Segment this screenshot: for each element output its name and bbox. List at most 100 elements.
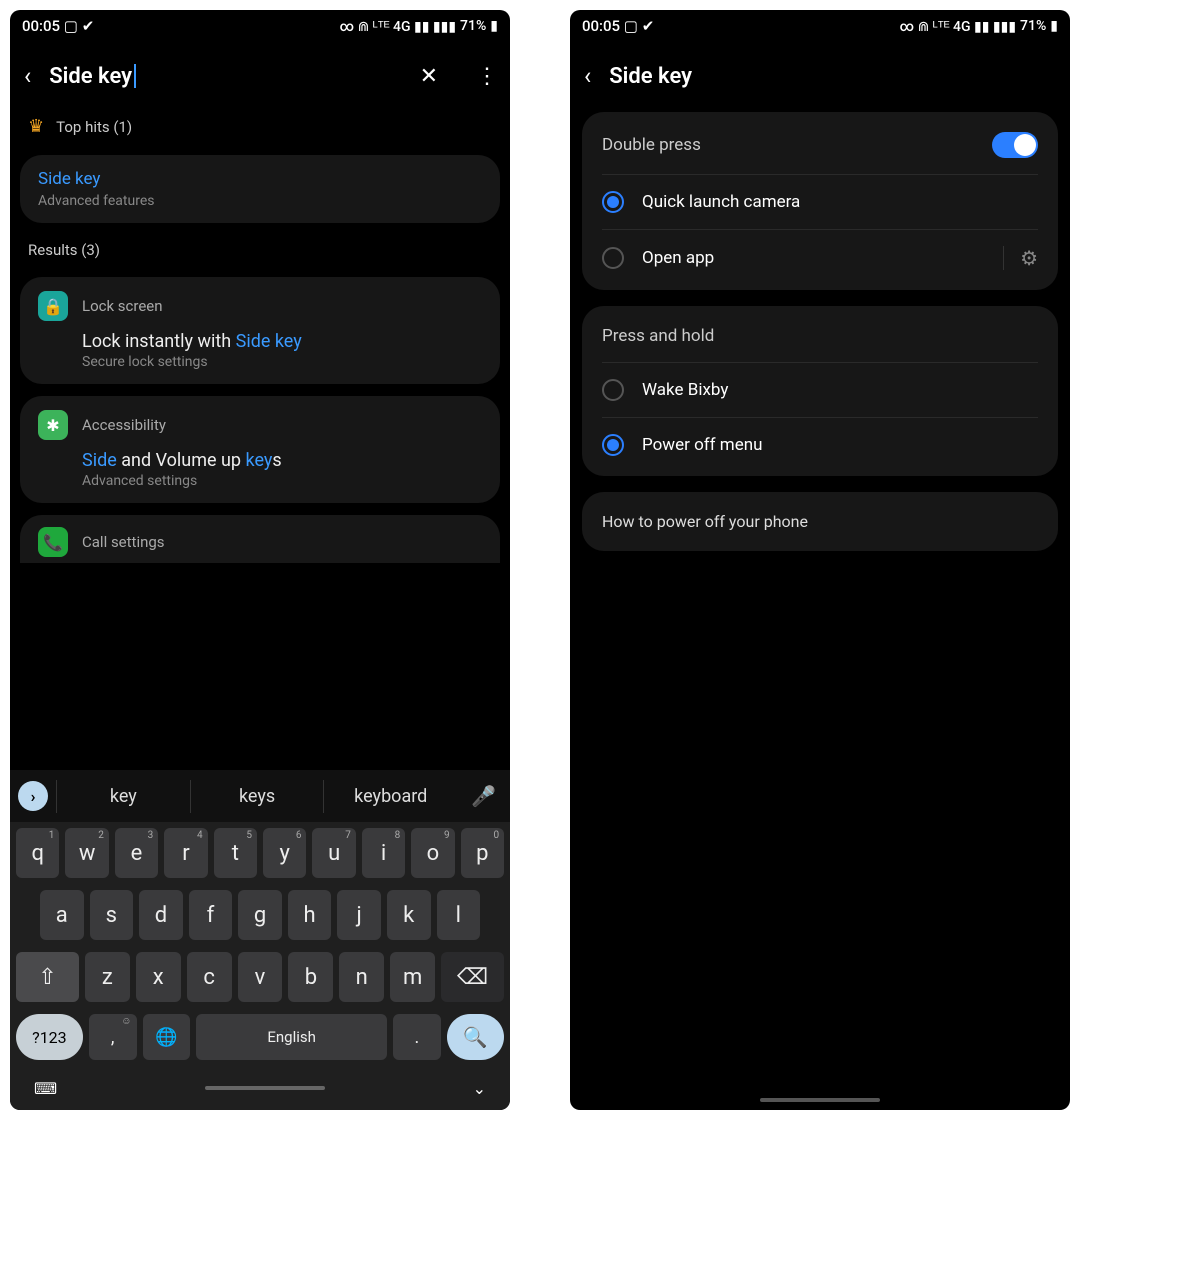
group-label: Press and hold	[602, 326, 714, 346]
page-title: Side key	[609, 64, 1056, 89]
search-input[interactable]: Side key	[49, 64, 401, 89]
key-f[interactable]: f	[189, 890, 233, 940]
double-press-toggle-row[interactable]: Double press	[582, 116, 1058, 174]
key-s[interactable]: s	[90, 890, 134, 940]
key-y[interactable]: y6	[263, 828, 306, 878]
result-call-settings[interactable]: 📞 Call settings	[20, 515, 500, 563]
key-h[interactable]: h	[288, 890, 332, 940]
key-search[interactable]: 🔍	[447, 1014, 504, 1060]
key-q[interactable]: q1	[16, 828, 59, 878]
key-numbers[interactable]: ?123	[16, 1014, 83, 1060]
suggestion[interactable]: key	[56, 780, 190, 813]
toggle-switch[interactable]	[992, 132, 1038, 158]
help-link[interactable]: How to power off your phone	[582, 492, 1058, 551]
result-sub: Secure lock settings	[82, 354, 482, 370]
option-wake-bixby[interactable]: Wake Bixby	[582, 363, 1058, 417]
suggestion[interactable]: keyboard	[323, 780, 457, 813]
key-row: q1w2e3r4t5y6u7i8o9p0	[10, 822, 510, 884]
key-g[interactable]: g	[238, 890, 282, 940]
radio-unchecked[interactable]	[602, 247, 624, 269]
option-quick-launch-camera[interactable]: Quick launch camera	[582, 175, 1058, 229]
status-left-icons: ▢ ✔	[624, 17, 654, 35]
phone-icon: 📞	[38, 527, 68, 557]
suggestion-bar: › key keys keyboard 🎤	[10, 770, 510, 822]
key-t[interactable]: t5	[214, 828, 257, 878]
battery-icon: ▮	[1050, 18, 1058, 34]
home-indicator[interactable]	[760, 1098, 880, 1102]
option-label: Quick launch camera	[642, 192, 800, 212]
key-x[interactable]: x	[136, 952, 181, 1002]
key-r[interactable]: r4	[164, 828, 207, 878]
battery-text: 71%	[1020, 18, 1046, 34]
press-hold-group: Press and hold Wake Bixby Power off menu	[582, 306, 1058, 476]
key-backspace[interactable]: ⌫	[441, 952, 504, 1002]
status-right-icons: ∞ ⋒ ᴸᵀᴱ 4G ▮▮ ▮▮▮	[340, 18, 456, 35]
battery-icon: ▮	[490, 18, 498, 34]
status-time: 00:05	[582, 17, 620, 35]
option-power-off-menu[interactable]: Power off menu	[582, 418, 1058, 472]
status-bar: 00:05 ▢ ✔ ∞ ⋒ ᴸᵀᴱ 4G ▮▮ ▮▮▮ 71%▮	[570, 10, 1070, 42]
key-row: ⇧zxcvbnm⌫	[10, 946, 510, 1008]
key-v[interactable]: v	[238, 952, 283, 1002]
key-u[interactable]: u7	[312, 828, 355, 878]
key-w[interactable]: w2	[65, 828, 108, 878]
key-d[interactable]: d	[139, 890, 183, 940]
nav-bar: ⌨ ⌄	[10, 1066, 510, 1110]
key-i[interactable]: i8	[362, 828, 405, 878]
home-indicator[interactable]	[205, 1086, 325, 1090]
key-b[interactable]: b	[288, 952, 333, 1002]
key-c[interactable]: c	[187, 952, 232, 1002]
battery-text: 71%	[460, 18, 486, 34]
key-o[interactable]: o9	[411, 828, 454, 878]
result-accessibility[interactable]: ✱ Accessibility Side and Volume up keys …	[20, 396, 500, 503]
gear-icon[interactable]: ⚙	[1003, 246, 1038, 270]
key-row-bottom: ?123 ,☺ 🌐 English . 🔍	[10, 1008, 510, 1066]
result-lock-screen[interactable]: 🔒 Lock screen Lock instantly with Side k…	[20, 277, 500, 384]
key-z[interactable]: z	[85, 952, 130, 1002]
keyboard-hide-icon[interactable]: ⌄	[473, 1079, 486, 1098]
mic-icon[interactable]: 🎤	[457, 784, 510, 808]
key-k[interactable]: k	[387, 890, 431, 940]
result-category: Accessibility	[82, 416, 166, 434]
radio-unchecked[interactable]	[602, 379, 624, 401]
result-sub: Advanced settings	[82, 473, 482, 489]
clear-icon[interactable]: ✕	[420, 64, 438, 89]
suggestion[interactable]: keys	[190, 780, 324, 813]
accessibility-icon: ✱	[38, 410, 68, 440]
key-p[interactable]: p0	[461, 828, 504, 878]
radio-checked[interactable]	[602, 191, 624, 213]
key-m[interactable]: m	[390, 952, 435, 1002]
back-icon[interactable]: ‹	[24, 62, 31, 90]
crown-icon: ♛	[28, 116, 44, 137]
status-time: 00:05	[22, 17, 60, 35]
results-header: Results (3)	[10, 229, 510, 271]
top-hit-card[interactable]: Side key Advanced features	[20, 155, 500, 223]
keyboard-switch-icon[interactable]: ⌨	[34, 1079, 57, 1098]
option-open-app[interactable]: Open app ⚙	[582, 230, 1058, 286]
key-comma[interactable]: ,☺	[89, 1014, 137, 1060]
option-label: Wake Bixby	[642, 380, 728, 400]
top-hits-label: Top hits (1)	[56, 118, 132, 136]
key-period[interactable]: .	[393, 1014, 441, 1060]
result-title: Lock instantly with Side key	[82, 331, 482, 352]
option-label: Power off menu	[642, 435, 763, 455]
key-n[interactable]: n	[339, 952, 384, 1002]
back-icon[interactable]: ‹	[584, 62, 591, 90]
phone-sidekey-settings: 00:05 ▢ ✔ ∞ ⋒ ᴸᵀᴱ 4G ▮▮ ▮▮▮ 71%▮ ‹ Side …	[570, 10, 1070, 1110]
radio-checked[interactable]	[602, 434, 624, 456]
key-l[interactable]: l	[437, 890, 481, 940]
text-cursor	[134, 64, 136, 88]
top-hit-path: Advanced features	[38, 193, 482, 209]
soft-keyboard: › key keys keyboard 🎤 q1w2e3r4t5y6u7i8o9…	[10, 770, 510, 1110]
more-icon[interactable]: ⋮	[476, 64, 496, 89]
key-space[interactable]: English	[196, 1014, 387, 1060]
expand-suggestions-icon[interactable]: ›	[18, 781, 48, 811]
key-shift[interactable]: ⇧	[16, 952, 79, 1002]
search-header: ‹ Side key ✕ ⋮	[10, 42, 510, 104]
key-j[interactable]: j	[337, 890, 381, 940]
key-e[interactable]: e3	[115, 828, 158, 878]
top-hit-title: Side key	[38, 169, 482, 189]
key-lang[interactable]: 🌐	[143, 1014, 191, 1060]
search-value: Side key	[49, 64, 132, 89]
key-a[interactable]: a	[40, 890, 84, 940]
